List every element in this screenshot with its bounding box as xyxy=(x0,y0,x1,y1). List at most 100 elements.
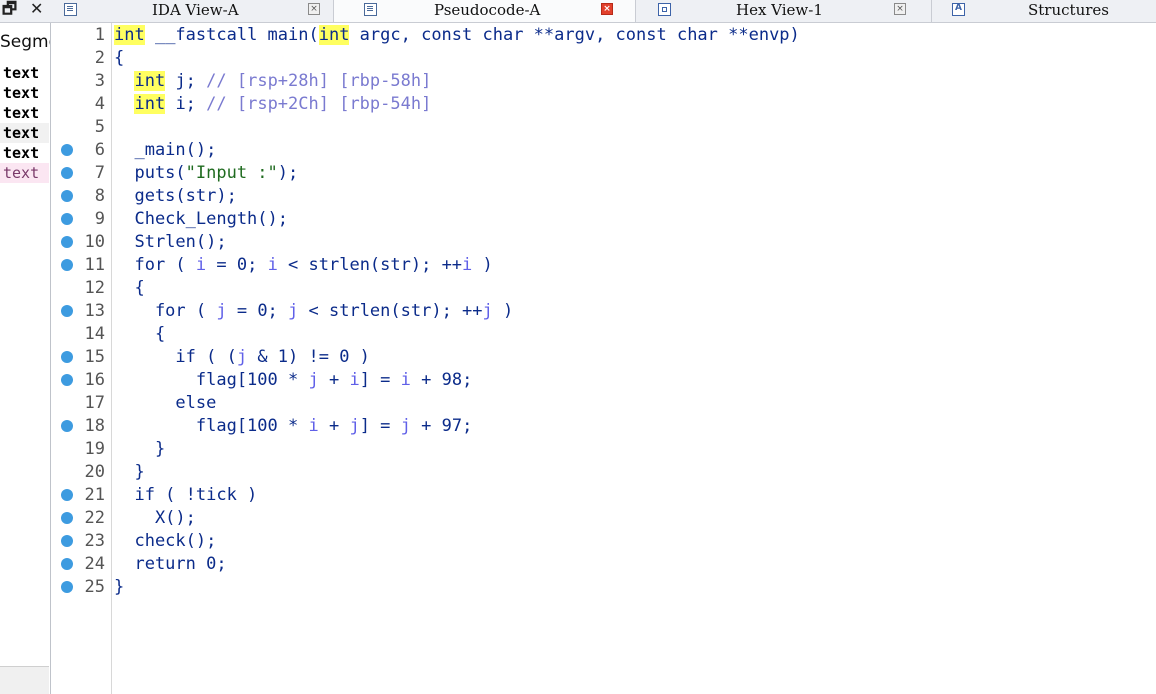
code-token: { xyxy=(114,324,166,344)
segment-row[interactable]: text xyxy=(0,103,49,123)
breakpoint-marker-icon[interactable] xyxy=(61,236,73,248)
code-token: return 0; xyxy=(114,554,227,574)
close-icon[interactable]: ✕ xyxy=(30,0,43,18)
tab-pseudocode-a[interactable]: Pseudocode-A × xyxy=(334,0,636,22)
breakpoint-marker-icon[interactable] xyxy=(61,190,73,202)
tab-structures[interactable]: Structures xyxy=(932,0,1156,22)
code-line[interactable]: 5 xyxy=(53,116,1156,139)
keyword-token: int xyxy=(134,71,166,91)
hex-icon xyxy=(658,3,671,16)
code-token: { xyxy=(114,48,125,68)
code-text: gets(str); xyxy=(114,186,237,207)
keyword-token: int xyxy=(134,94,166,114)
code-line[interactable]: 16 flag[100 * j + i] = i + 98; xyxy=(53,369,1156,392)
code-line[interactable]: 17 else xyxy=(53,392,1156,415)
code-token: Check_Length(); xyxy=(114,209,288,229)
code-line[interactable]: 22 X(); xyxy=(53,507,1156,530)
breakpoint-marker-icon[interactable] xyxy=(61,374,73,386)
tab-hex-view-1[interactable]: Hex View-1 × xyxy=(636,0,932,22)
code-line[interactable]: 6 _main(); xyxy=(53,139,1156,162)
line-number: 12 xyxy=(84,278,105,298)
code-text: } xyxy=(114,577,124,598)
breakpoint-marker-icon[interactable] xyxy=(61,305,73,317)
line-number: 1 xyxy=(94,25,105,45)
code-line[interactable]: 2{ xyxy=(53,47,1156,70)
pseudocode-editor[interactable]: 1 int __fastcall main(int argc, const cha… xyxy=(53,23,1156,694)
code-line[interactable]: 19 } xyxy=(53,438,1156,461)
breakpoint-marker-icon[interactable] xyxy=(61,144,73,156)
tab-close-icon[interactable]: × xyxy=(601,3,613,15)
code-line[interactable]: 9 Check_Length(); xyxy=(53,208,1156,231)
segment-row[interactable]: text xyxy=(0,123,49,143)
segment-row[interactable]: text xyxy=(0,63,49,83)
line-number: 20 xyxy=(84,462,105,482)
tab-ida-view-a[interactable]: IDA View-A × xyxy=(52,0,334,22)
breakpoint-marker-icon[interactable] xyxy=(61,259,73,271)
line-number: 16 xyxy=(84,370,105,390)
code-line[interactable]: 25} xyxy=(53,576,1156,599)
code-token: if ( !tick ) xyxy=(114,485,258,505)
breakpoint-marker-icon[interactable] xyxy=(61,167,73,179)
line-number: 6 xyxy=(94,140,105,160)
code-line[interactable]: 13 for ( j = 0; j < strlen(str); ++j ) xyxy=(53,300,1156,323)
code-line[interactable]: 12 { xyxy=(53,277,1156,300)
segments-list: text text text text text text xyxy=(0,63,49,183)
code-token: { xyxy=(114,278,145,298)
keyword-token: int xyxy=(114,25,145,45)
restore-icon[interactable]: 🗗 xyxy=(2,0,17,18)
segment-row[interactable]: text xyxy=(0,163,49,183)
tab-close-icon[interactable]: × xyxy=(308,3,320,15)
variable-token: j xyxy=(216,301,227,321)
code-line[interactable]: 20 } xyxy=(53,461,1156,484)
code-line[interactable]: 21 if ( !tick ) xyxy=(53,484,1156,507)
code-token: } xyxy=(114,577,125,597)
code-token: < strlen(str); ++ xyxy=(298,301,483,321)
code-token: flag[100 * xyxy=(114,416,309,436)
breakpoint-marker-icon[interactable] xyxy=(61,535,73,547)
segments-panel-footer xyxy=(0,666,49,694)
code-line[interactable]: 15 if ( (j & 1) != 0 ) xyxy=(53,346,1156,369)
code-text: { xyxy=(114,278,145,299)
variable-token: i xyxy=(267,255,278,275)
segment-row[interactable]: text xyxy=(0,143,49,163)
breakpoint-marker-icon[interactable] xyxy=(61,420,73,432)
code-text: X(); xyxy=(114,508,196,529)
code-text: _main(); xyxy=(114,140,216,161)
line-number: 9 xyxy=(94,209,105,229)
breakpoint-marker-icon[interactable] xyxy=(61,213,73,225)
code-token: if ( ( xyxy=(114,347,237,367)
tab-close-icon[interactable]: × xyxy=(894,3,906,15)
code-line[interactable]: 8 gets(str); xyxy=(53,185,1156,208)
code-line[interactable]: 7 puts("Input :"); xyxy=(53,162,1156,185)
code-token: j; xyxy=(165,71,207,91)
breakpoint-marker-icon[interactable] xyxy=(61,351,73,363)
variable-token: j xyxy=(236,347,248,367)
code-text: Strlen(); xyxy=(114,232,227,253)
code-line[interactable]: 10 Strlen(); xyxy=(53,231,1156,254)
code-text: flag[100 * i + j] = j + 97; xyxy=(114,416,472,437)
breakpoint-marker-icon[interactable] xyxy=(61,489,73,501)
code-line[interactable]: 14 { xyxy=(53,323,1156,346)
breakpoint-marker-icon[interactable] xyxy=(61,558,73,570)
breakpoint-marker-icon[interactable] xyxy=(61,512,73,524)
code-token: gets(str); xyxy=(114,186,237,206)
breakpoint-marker-icon[interactable] xyxy=(61,581,73,593)
code-line[interactable]: 23 check(); xyxy=(53,530,1156,553)
tab-bar: 🗗 ✕ IDA View-A × Pseudocode-A × Hex View… xyxy=(0,0,1156,23)
line-number: 3 xyxy=(94,71,105,91)
line-number: 23 xyxy=(84,531,105,551)
code-token: else xyxy=(114,393,217,413)
code-token: + xyxy=(318,416,350,436)
segment-row[interactable]: text xyxy=(0,83,49,103)
tab-label: Structures xyxy=(1028,1,1109,19)
code-line[interactable]: 11 for ( i = 0; i < strlen(str); ++i ) xyxy=(53,254,1156,277)
code-line[interactable]: 24 return 0; xyxy=(53,553,1156,576)
code-line[interactable]: 3 int j; // [rsp+28h] [rbp-58h] xyxy=(53,70,1156,93)
code-line[interactable]: 4 int i; // [rsp+2Ch] [rbp-54h] xyxy=(53,93,1156,116)
code-token: Strlen(); xyxy=(114,232,227,252)
line-number: 10 xyxy=(84,232,105,252)
code-line[interactable]: 1 int __fastcall main(int argc, const cha… xyxy=(53,24,1156,47)
segments-header[interactable]: Segme xyxy=(0,32,50,52)
code-line[interactable]: 18 flag[100 * i + j] = j + 97; xyxy=(53,415,1156,438)
